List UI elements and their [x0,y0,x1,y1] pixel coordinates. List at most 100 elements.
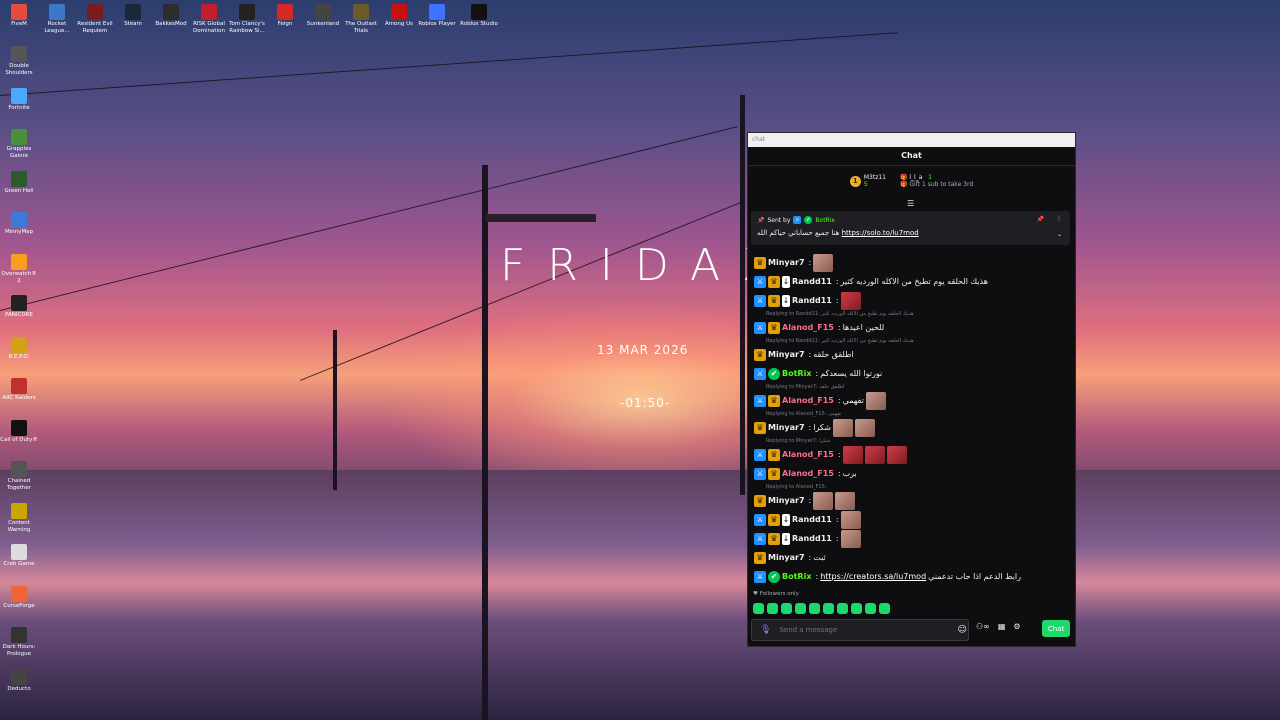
desktop-icon[interactable]: Crab Game [0,540,38,568]
chat-username[interactable]: Randd11 [792,296,832,305]
chat-message[interactable]: ♛ Minyar7: شكرا [754,418,1069,437]
desktop-icon[interactable]: Steam [114,0,152,28]
chat-message[interactable]: ⚔ ♛ ↓ Randd11: [754,291,1069,310]
chat-emote[interactable] [813,491,834,510]
chat-emote[interactable] [833,418,853,437]
quick-emote-icon[interactable] [753,603,764,614]
chat-username[interactable]: Alanod_F15 [782,469,834,478]
desktop-icon[interactable]: Among Us [380,0,418,28]
chat-username[interactable]: Alanod_F15 [782,450,834,459]
reply-context[interactable]: Replying to Randd11: هذيك الحلقه يوم تطب… [754,310,1069,318]
reply-context[interactable]: Replying to Minyar7: اطلقق حلقه [754,383,1069,391]
collapse-menu-icon[interactable]: ☰ [907,199,914,208]
chat-username[interactable]: BotRix [782,369,811,378]
chat-username[interactable]: Alanod_F15 [782,396,834,405]
desktop-icon[interactable]: Green Hell [0,167,38,195]
chat-input[interactable] [777,625,952,635]
unpin-icon[interactable]: 📌 [1037,216,1044,223]
chat-message[interactable]: ⚔ ♛ Alanod_F15: [754,445,1069,464]
desktop-icon[interactable]: ARC Raiders [0,374,38,402]
chat-emote[interactable] [842,445,863,464]
chat-emote[interactable] [865,391,886,410]
chat-message[interactable]: ♛ Minyar7: [754,253,1069,272]
desktop-icon[interactable]: Deducto [0,665,38,693]
window-titlebar[interactable]: chat [748,133,1075,147]
pinned-sender[interactable]: BotRix [815,217,835,224]
chat-message[interactable]: ♛ Minyar7: [754,491,1069,510]
chat-emote[interactable] [835,491,856,510]
quick-emote-icon[interactable] [823,603,834,614]
chat-message[interactable]: ⚔ ♛ Alanod_F15: تفهمي [754,391,1069,410]
quick-emote-icon[interactable] [781,603,792,614]
chat-message[interactable]: ⚔ ♛ ↓ Randd11: هذيك الحلقه يوم تطبخ من الاكل… [754,272,1069,291]
reply-context[interactable]: Replying to Alanod_F15: تفهمي [754,410,1069,418]
chat-link[interactable]: https://creators.sa/lu7mod [820,572,926,581]
chat-emote[interactable] [813,253,834,272]
chat-username[interactable]: Randd11 [792,515,832,524]
quick-emote-icon[interactable] [851,603,862,614]
desktop-icon[interactable]: Double Shoulders [0,42,38,77]
chevron-down-icon[interactable]: ⌄ [1057,231,1062,238]
chat-username[interactable]: Minyar7 [768,496,805,505]
desktop-icon[interactable]: R.E.P.O. [0,333,38,361]
chat-message[interactable]: ⚔ ✔ BotRix: نورتوا الله يسعدكم [754,364,1069,383]
chat-input-box[interactable]: 🎙 ☺ [751,619,969,641]
leaderboard-entry[interactable]: 🎁 l_l_a 1 🎁 Gift 1 sub to take 3rd [900,174,973,188]
desktop-icon[interactable]: CurseForge [0,582,38,610]
desktop-icon[interactable]: MinnyMap [0,208,38,236]
chat-message[interactable]: ⚔ ♛ Alanod_F15: للحين اعيدها [754,318,1069,337]
chat-username[interactable]: Randd11 [792,534,832,543]
quick-emote-icon[interactable] [795,603,806,614]
desktop-icon[interactable]: Overwatch® 2 [0,250,38,285]
calendar-icon[interactable]: ▦ [998,622,1006,631]
desktop-icon[interactable]: FiveM [0,0,38,28]
desktop-icon[interactable]: Fortnite [0,84,38,112]
chat-username[interactable]: Minyar7 [768,553,805,562]
desktop-icon[interactable]: RISK Global Domination [190,0,228,35]
chat-emote[interactable] [840,510,861,529]
more-options-icon[interactable]: ⋮ [1056,215,1062,222]
desktop-icon[interactable]: Dark Hours: Prologue [0,623,38,658]
microphone-icon[interactable]: 🎙 [760,625,771,635]
quick-emote-icon[interactable] [837,603,848,614]
chat-message[interactable]: ⚔ ♛ ↓ Randd11: [754,510,1069,529]
chat-message[interactable]: ♛ Minyar7: اطلقق حلقه [754,345,1069,364]
pinned-link[interactable]: https://solo.to/lu7mod [842,229,919,237]
chat-emote[interactable] [840,529,861,548]
desktop-icon[interactable]: Roblox Studio [460,0,498,28]
chat-username[interactable]: BotRix [782,572,811,581]
chat-username[interactable]: Minyar7 [768,258,805,267]
desktop-icon[interactable]: Content Warning [0,499,38,534]
desktop-icon[interactable]: Call of Duty® [0,416,38,444]
reply-context[interactable]: Replying to Alanod_F15: [754,483,1069,491]
desktop-icon[interactable]: Roblox Player [418,0,456,28]
chat-message[interactable]: ♛ Minyar7: ثبت [754,548,1069,567]
chat-username[interactable]: Alanod_F15 [782,323,834,332]
chat-message[interactable]: ⚔ ♛ Alanod_F15: برب [754,464,1069,483]
chat-username[interactable]: Randd11 [792,277,832,286]
gear-icon[interactable]: ⚙ [1013,622,1020,631]
desktop-icon[interactable]: Tom Clancy's Rainbow Si... [228,0,266,35]
points-icon[interactable]: ⚇∞ [976,622,990,631]
desktop-icon[interactable]: Feign [266,0,304,28]
desktop-icon[interactable]: Sunkenland [304,0,342,28]
chat-message[interactable]: ⚔ ♛ ↓ Randd11: [754,529,1069,548]
desktop-icon[interactable]: BakkesMod [152,0,190,28]
desktop-icon[interactable]: The Outlast Trials [342,0,380,35]
chat-username[interactable]: Minyar7 [768,423,805,432]
desktop-icon[interactable]: Grapples Galore [0,125,38,160]
chat-emote[interactable] [840,291,861,310]
quick-emote-icon[interactable] [809,603,820,614]
desktop-icon[interactable]: Resident Evil Requiem [76,0,114,35]
quick-emote-icon[interactable] [879,603,890,614]
reply-context[interactable]: Replying to Randd11: هذيك الحلقه يوم تطب… [754,337,1069,345]
desktop-icon[interactable]: Chained Together [0,457,38,492]
chat-username[interactable]: Minyar7 [768,350,805,359]
quick-emote-icon[interactable] [767,603,778,614]
desktop-icon[interactable]: Rocket League... [38,0,76,35]
quick-emote-icon[interactable] [865,603,876,614]
desktop-icon[interactable]: PANICORE [0,291,38,319]
chat-emote[interactable] [886,445,907,464]
chat-emote[interactable] [864,445,885,464]
leaderboard-entry[interactable]: 1 M3tz11 5 [849,174,886,188]
